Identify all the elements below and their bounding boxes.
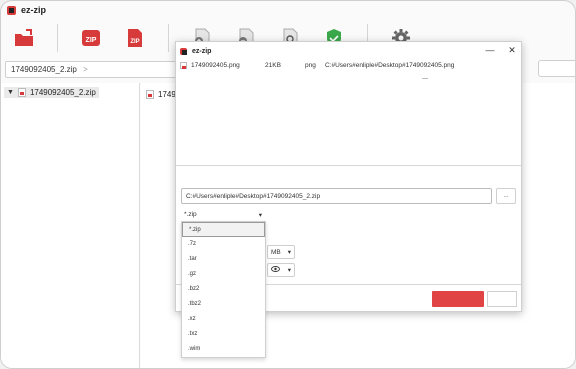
dialog-titlebar: ez-zip — ✕ — [176, 42, 521, 60]
chevron-down-icon: ▾ — [258, 212, 262, 219]
file-size: 21KB — [265, 62, 281, 69]
extract-zip-button[interactable]: ZIP — [124, 27, 146, 49]
list-item-label: 1749 — [158, 90, 176, 99]
list-item[interactable]: 1749 — [146, 90, 176, 99]
zip-file-icon — [17, 88, 26, 97]
folder-tree-panel: ▼ 1749092405_2.zip — [1, 83, 140, 368]
format-select[interactable]: *.zip ▾ — [181, 208, 265, 222]
table-row[interactable]: 1749092405.png 21KB png C:#Users#enliple… — [180, 62, 454, 69]
toolbar-separator — [57, 24, 58, 52]
output-path-input[interactable]: C:#Users#enliple#Desktop#1749092405_2.zi… — [181, 188, 492, 204]
zip-compress-label: ZIP — [86, 37, 97, 44]
toolbar-separator — [168, 24, 169, 52]
cancel-button[interactable] — [487, 291, 517, 307]
zip-compress-icon: ZIP — [82, 30, 100, 46]
tree-item-label: 1749092405_2.zip — [29, 88, 96, 97]
dropdown-option[interactable]: .xz — [182, 312, 265, 327]
image-file-icon — [180, 62, 187, 69]
open-folder-button[interactable] — [13, 27, 35, 49]
dialog-title: ez-zip — [192, 47, 212, 55]
file-type: png — [305, 62, 316, 69]
format-dropdown: *.zip .7z .tar .gz .bz2 .tbz2 .xz .txz .… — [181, 221, 266, 358]
visibility-select[interactable]: ▾ — [267, 263, 295, 277]
browse-button[interactable]: ... — [496, 188, 516, 204]
dash: — — [422, 76, 428, 82]
dropdown-option[interactable]: .bz2 — [182, 282, 265, 297]
app-logo-icon — [7, 5, 16, 15]
dropdown-option[interactable]: .tbz2 — [182, 297, 265, 312]
zip-extract-label: ZIP — [130, 39, 139, 45]
minimize-icon[interactable]: — — [484, 45, 496, 55]
path-chevron: > — [83, 65, 88, 74]
close-icon[interactable]: ✕ — [506, 45, 518, 56]
file-path: C:#Users#enliple#Desktop#1749092405.png — [325, 62, 455, 69]
path-value: 1749092405_2.zip — [11, 65, 77, 74]
format-value: *.zip — [184, 211, 197, 218]
eye-icon — [271, 266, 280, 274]
chevron-down-icon[interactable]: ▼ — [7, 89, 14, 96]
dropdown-option[interactable]: .7z — [182, 237, 265, 252]
compress-zip-button[interactable]: ZIP — [80, 27, 102, 49]
unit-select[interactable]: MB ▾ — [267, 245, 295, 259]
chevron-down-icon: ▾ — [287, 249, 291, 256]
titlebar: ez-zip — [1, 1, 575, 19]
image-file-icon — [146, 90, 154, 99]
divider — [176, 165, 521, 166]
dropdown-option[interactable]: *.zip — [182, 222, 265, 237]
chevron-down-icon: ▾ — [287, 267, 291, 274]
dropdown-option[interactable]: .wim — [182, 342, 265, 357]
dropdown-option[interactable]: .tar — [182, 252, 265, 267]
dropdown-option[interactable]: .txz — [182, 327, 265, 342]
zip-extract-icon: ZIP — [128, 29, 142, 47]
tree-item-zip[interactable]: ▼ 1749092405_2.zip — [4, 87, 99, 98]
open-folder-icon — [15, 29, 33, 46]
app-title: ez-zip — [21, 5, 47, 15]
file-name: 1749092405.png — [191, 62, 240, 69]
dialog-logo-icon — [180, 47, 187, 55]
search-field[interactable] — [538, 60, 575, 77]
dropdown-option[interactable]: .gz — [182, 267, 265, 282]
unit-value: MB — [271, 248, 281, 256]
ok-button[interactable] — [432, 291, 484, 307]
